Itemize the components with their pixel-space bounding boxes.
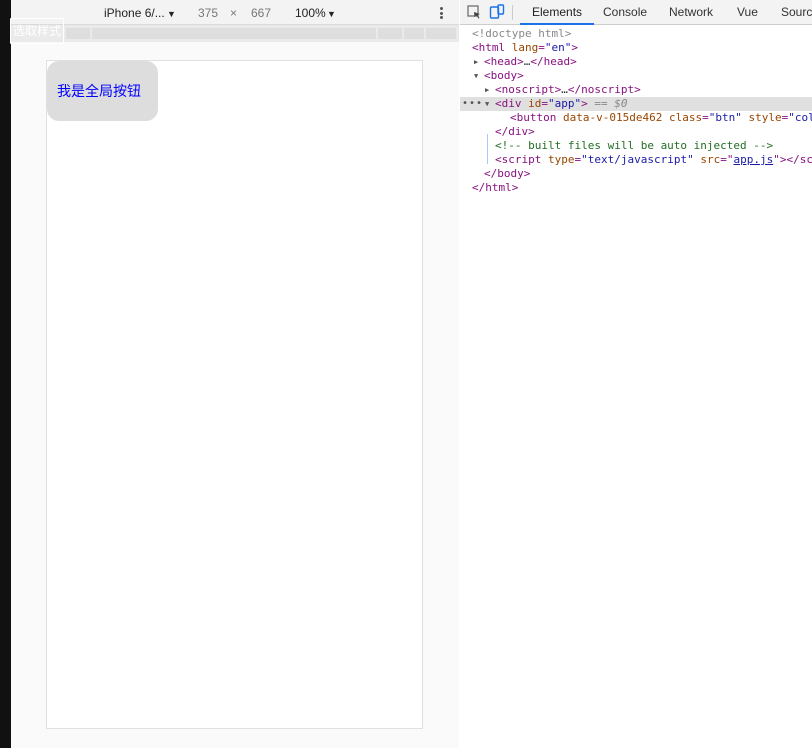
media-query-segment[interactable] <box>378 28 402 39</box>
viewport-width-input[interactable]: 375 <box>198 6 218 20</box>
chevron-down-icon[interactable]: ▼ <box>327 7 336 21</box>
media-query-segment[interactable] <box>426 28 456 39</box>
dom-node-html[interactable]: <html lang="en"> <box>460 41 812 55</box>
chevron-down-icon[interactable]: ▼ <box>167 7 176 21</box>
collapsed-ellipsis[interactable]: … <box>561 83 568 96</box>
device-toggle-icon[interactable] <box>489 4 505 20</box>
tag-name: html <box>478 41 506 54</box>
viewport-height-input[interactable]: 667 <box>251 6 271 20</box>
viewport-area: 我是全局按钮 <box>0 42 459 748</box>
tab-console[interactable]: Console <box>603 0 647 25</box>
expand-arrow-icon[interactable]: ▶ <box>474 55 478 69</box>
attr-value: "app" <box>548 97 582 110</box>
dom-node-head[interactable]: ▶ <head>…</head> <box>460 55 812 69</box>
attr-value: "colo <box>788 111 812 124</box>
dom-node-comment[interactable]: <!-- built files will be auto injected -… <box>460 139 812 153</box>
dom-node-html-close[interactable]: </html> <box>460 181 812 195</box>
dom-node-script[interactable]: <script type="text/javascript" src="app.… <box>460 153 812 167</box>
script-src-link[interactable]: app.js <box>733 153 773 166</box>
attr-name: class <box>668 111 703 124</box>
attr-name: type <box>548 153 575 166</box>
inspect-element-icon[interactable] <box>466 4 482 20</box>
comment-text: <!-- built files will be auto injected -… <box>495 139 774 152</box>
attr-value: "btn" <box>708 111 742 124</box>
dom-node-div-close[interactable]: </div> <box>460 125 812 139</box>
tag-name: sc <box>799 153 812 166</box>
media-query-segment[interactable] <box>92 28 376 39</box>
dom-node-body-close[interactable]: </body> <box>460 167 812 181</box>
tag-name: body <box>497 167 524 180</box>
tree-guide-line <box>487 134 488 164</box>
collapse-arrow-icon[interactable]: ▼ <box>474 69 478 83</box>
media-query-bar[interactable] <box>0 25 459 42</box>
media-query-segment[interactable] <box>404 28 424 39</box>
tag-name: button <box>516 111 557 124</box>
attr-value: "text/javascript" <box>581 153 694 166</box>
tag-name: head <box>490 55 518 68</box>
dom-node-noscript[interactable]: ▶ <noscript>…</noscript> <box>460 83 812 97</box>
dom-node-doctype[interactable]: <!doctype html> <box>460 27 812 41</box>
attr-name: src <box>700 153 721 166</box>
tab-elements[interactable]: Elements <box>520 0 595 25</box>
attr-name: style <box>748 111 782 124</box>
attr-name: data-v-015de462 <box>563 111 663 124</box>
tag-name: div <box>501 97 522 110</box>
tab-network[interactable]: Network <box>669 0 713 25</box>
tag-name: body <box>490 69 518 82</box>
dom-node-button[interactable]: <button data-v-015de462 class="btn" styl… <box>460 111 812 125</box>
devtools-panel: Elements Console Network Vue Sources <!d… <box>460 0 812 748</box>
expand-arrow-icon[interactable]: ▶ <box>485 83 489 97</box>
attr-name: lang <box>511 41 539 54</box>
dimension-separator: × <box>230 6 238 20</box>
selection-badge: 选取样式 <box>10 18 64 44</box>
selected-node-marker: == $0 <box>594 97 628 110</box>
tag-name: head <box>543 55 571 68</box>
tag-name: noscript <box>501 83 555 96</box>
attr-name: id <box>528 97 542 110</box>
more-options-icon[interactable] <box>436 5 446 21</box>
toolbar-divider <box>512 5 513 20</box>
device-screen: 我是全局按钮 <box>46 60 423 729</box>
window-edge <box>0 0 11 748</box>
attr-value: "en" <box>544 41 572 54</box>
tag-name: html <box>485 181 512 194</box>
doctype-text: <!doctype html> <box>472 27 572 40</box>
device-toolbar: iPhone 6/... ▼ 375 × 667 100% ▼ <box>0 0 459 25</box>
device-emulation-pane: iPhone 6/... ▼ 375 × 667 100% ▼ 我是全局按钮 选… <box>0 0 459 748</box>
device-select[interactable]: iPhone 6/... <box>104 6 165 20</box>
dom-tree: <!doctype html> <html lang="en"> ▶ <head… <box>460 25 812 748</box>
devtools-tabbar: Elements Console Network Vue Sources <box>460 0 812 25</box>
tag-name: div <box>508 125 529 138</box>
tab-vue[interactable]: Vue <box>737 0 758 25</box>
collapse-arrow-icon[interactable]: ▼ <box>485 97 489 111</box>
global-button[interactable]: 我是全局按钮 <box>47 61 158 121</box>
media-query-segment[interactable] <box>66 28 90 39</box>
dom-node-body[interactable]: ▼ <body> <box>460 69 812 83</box>
zoom-select[interactable]: 100% <box>295 6 326 20</box>
dom-node-div-app[interactable]: ••• ▼ <div id="app"> == $0 <box>460 97 812 111</box>
tag-name: noscript <box>581 83 635 96</box>
tab-sources[interactable]: Sources <box>781 0 812 25</box>
more-options-icon[interactable]: ••• <box>462 97 483 111</box>
tag-name: script <box>501 153 542 166</box>
